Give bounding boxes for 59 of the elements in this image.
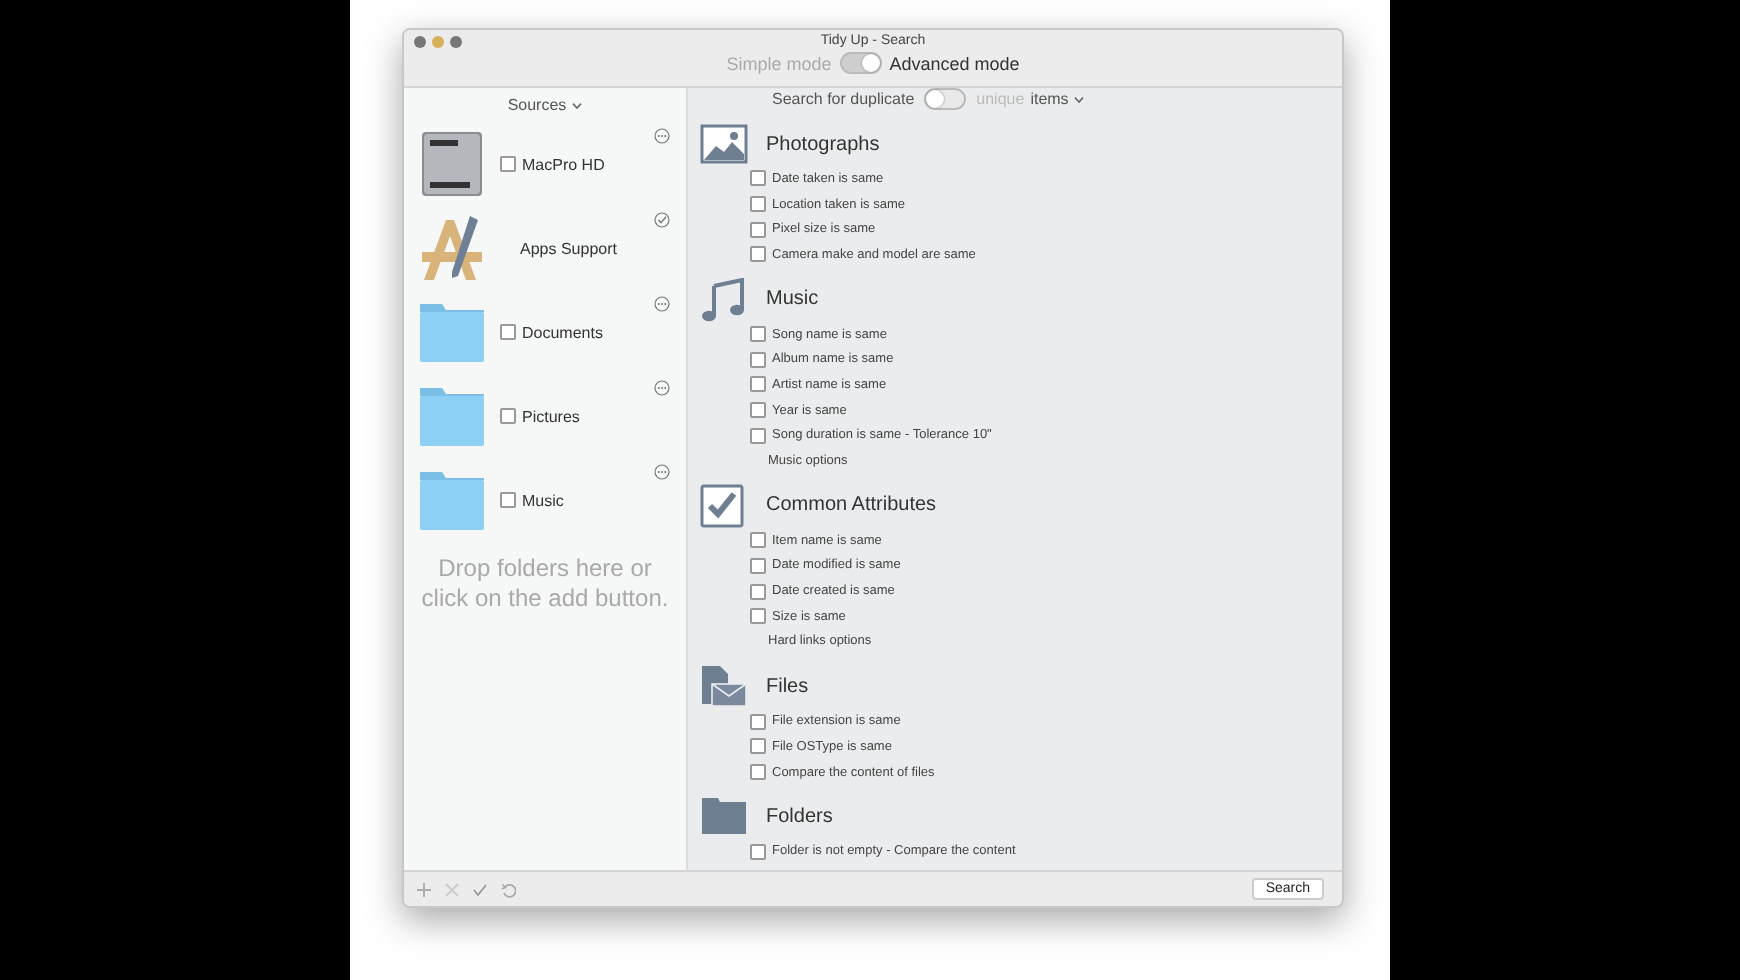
checkbox[interactable] <box>750 738 766 755</box>
checkbox[interactable] <box>750 764 766 781</box>
mode-label: Advanced mode <box>889 53 1020 73</box>
folder-icon <box>700 794 748 839</box>
close-button[interactable] <box>414 36 426 48</box>
caret-icon <box>572 101 583 109</box>
document-envelope-icon <box>700 664 748 709</box>
app-icon <box>418 212 486 284</box>
checkbox-icon <box>700 483 748 528</box>
search-label: Search for duplicate <box>772 90 915 108</box>
checkbox[interactable] <box>750 583 766 600</box>
hard-drive-icon <box>418 128 486 200</box>
more-icon[interactable] <box>654 128 670 144</box>
picture-icon <box>700 122 748 166</box>
minimize-button[interactable] <box>432 36 444 48</box>
checkbox[interactable] <box>750 608 766 625</box>
checkbox[interactable] <box>750 427 766 444</box>
checkbox[interactable] <box>750 221 766 238</box>
checkbox[interactable] <box>500 492 516 508</box>
checkbox[interactable] <box>750 196 766 213</box>
section-title: Common Attributes <box>766 494 937 517</box>
plus-icon[interactable] <box>416 881 432 897</box>
checkbox[interactable] <box>500 324 516 340</box>
more-icon[interactable] <box>654 464 670 480</box>
checkbox[interactable] <box>500 408 516 424</box>
checkbox[interactable] <box>750 532 766 549</box>
section-title: Photographs <box>766 133 880 155</box>
source-name: Pictures <box>522 407 580 425</box>
unique-toggle[interactable] <box>924 88 967 110</box>
music-note-icon <box>700 277 748 322</box>
mode-toggle[interactable] <box>839 52 882 74</box>
section-title: Files <box>766 675 809 698</box>
more-icon[interactable] <box>654 296 670 312</box>
checkbox[interactable] <box>750 843 766 860</box>
section-title: Folders <box>766 805 833 828</box>
checkbox[interactable] <box>750 246 766 263</box>
checkbox[interactable] <box>750 326 766 343</box>
source-name: Apps Support <box>520 239 617 257</box>
checkbox[interactable] <box>750 713 766 730</box>
checkbox[interactable] <box>750 402 766 419</box>
drop-hint: Drop folders here or click on the add button. <box>419 552 671 614</box>
checkbox[interactable] <box>750 170 766 187</box>
sources-dropdown[interactable]: Sources <box>507 96 583 114</box>
items-dropdown[interactable]: items <box>1030 90 1085 108</box>
source-name: Music <box>522 491 564 509</box>
source-name: MacPro HD <box>522 155 605 173</box>
checkbox[interactable] <box>500 156 516 172</box>
source-name: Documents <box>522 323 603 341</box>
section-title: Music <box>766 288 819 311</box>
checkbox[interactable] <box>750 376 766 393</box>
mode-label: Simple mode <box>726 53 832 73</box>
checkmark-icon[interactable] <box>472 881 488 897</box>
caret-icon <box>1074 95 1085 103</box>
check-circle-icon[interactable] <box>654 212 670 228</box>
zoom-button[interactable] <box>450 36 462 48</box>
more-icon[interactable] <box>654 380 670 396</box>
undo-icon[interactable] <box>500 881 516 897</box>
checkbox[interactable] <box>750 557 766 574</box>
checkbox[interactable] <box>750 351 766 368</box>
